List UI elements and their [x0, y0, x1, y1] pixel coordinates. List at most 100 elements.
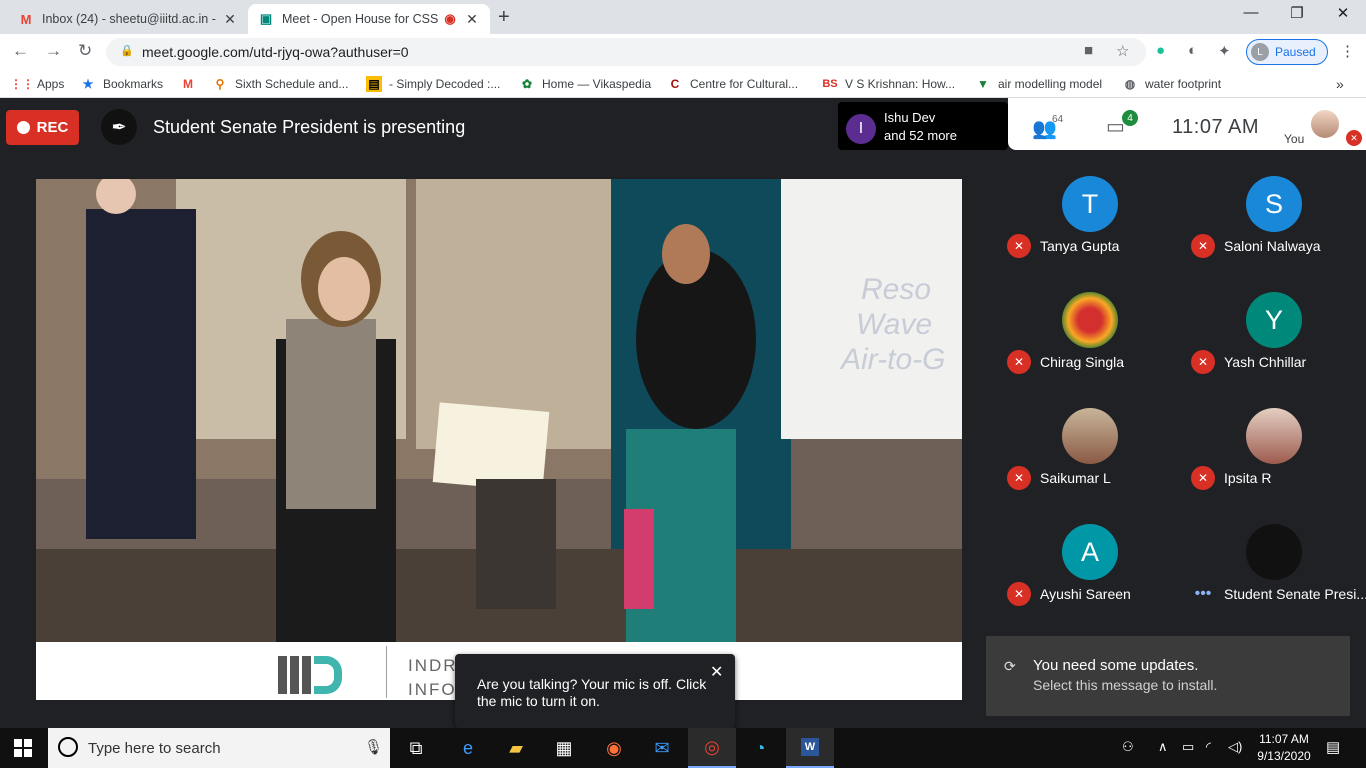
mic-off-icon: ✕: [1346, 130, 1362, 146]
chevron-up-icon[interactable]: ∧: [1158, 739, 1168, 755]
vikaspedia-icon: ✿: [521, 77, 533, 91]
sixth-schedule-icon: ⚲: [215, 77, 225, 91]
presenter-avatar: ✒: [101, 109, 137, 145]
chrome-icon[interactable]: ◎: [688, 728, 736, 768]
simply-decoded-icon: ▤: [366, 76, 382, 92]
mic-off-icon: ✕: [1191, 234, 1215, 258]
battery-icon[interactable]: ▭: [1182, 739, 1194, 755]
reload-icon[interactable]: ↻: [78, 41, 92, 61]
bookmark-simply-decoded[interactable]: ▤ - Simply Decoded :...: [366, 76, 500, 92]
tab-inbox[interactable]: M Inbox (24) - sheetu@iiitd.ac.in - I ✕: [8, 4, 248, 34]
grammarly-icon[interactable]: ●: [1156, 42, 1165, 59]
tab-meet[interactable]: ▣ Meet - Open House for CSSS ◉ ✕: [248, 4, 490, 34]
bookmarks-bar: ⋮⋮ Apps ★ Bookmarks M ⚲ Sixth Schedule and.…: [0, 70, 1366, 98]
svg-text:Reso: Reso: [861, 273, 931, 306]
new-tab-button[interactable]: +: [498, 6, 510, 29]
self-avatar[interactable]: [1311, 110, 1339, 138]
recording-icon: ◉: [444, 11, 456, 26]
forward-icon[interactable]: →: [45, 41, 62, 61]
firefox-icon[interactable]: ◉: [590, 728, 638, 768]
restore-icon[interactable]: ❐: [1274, 4, 1320, 22]
tile-ayushi-sareen[interactable]: A ✕ Ayushi Sareen: [998, 498, 1182, 614]
star-icon: ★: [82, 77, 94, 91]
bookmark-apps[interactable]: ⋮⋮ Apps: [10, 76, 64, 92]
participant-name: Chirag Singla: [1040, 354, 1125, 370]
minimize-icon[interactable]: —: [1228, 4, 1274, 21]
avatar: [1062, 292, 1118, 348]
windows-start-icon[interactable]: [14, 739, 32, 757]
volume-icon[interactable]: ◁): [1228, 739, 1242, 755]
url-text[interactable]: meet.google.com/utd-rjyq-owa?authuser=0: [142, 44, 409, 60]
meet-icon: ▣: [259, 11, 273, 26]
bookmark-ccrt[interactable]: C Centre for Cultural...: [667, 76, 798, 92]
bookmark-gmail[interactable]: M: [180, 76, 203, 92]
tab-title: Meet - Open House for CSSS: [282, 12, 438, 26]
word-icon[interactable]: W: [786, 728, 834, 768]
close-tab-icon[interactable]: ✕: [222, 11, 238, 28]
more-bookmarks-icon[interactable]: »: [1336, 76, 1344, 92]
search-icon: [58, 737, 78, 757]
file-explorer-icon[interactable]: ▰: [492, 728, 540, 768]
action-center-icon[interactable]: ▤: [1326, 738, 1340, 756]
participant-tiles: T ✕ Tanya Gupta S ✕ Saloni Nalwaya ✕ Chi…: [998, 150, 1366, 612]
tile-saikumar-l[interactable]: ✕ Saikumar L: [998, 382, 1182, 498]
people-tray-icon[interactable]: ⚇: [1122, 739, 1134, 755]
avatar: Y: [1246, 292, 1302, 348]
air-model-icon: ▼: [977, 77, 989, 91]
tile-tanya-gupta[interactable]: T ✕ Tanya Gupta: [998, 150, 1182, 266]
back-icon[interactable]: ←: [12, 41, 29, 61]
tile-student-senate-president[interactable]: ••• Student Senate Presi...: [1182, 498, 1366, 614]
taskbar-date[interactable]: 9/13/2020: [1252, 749, 1316, 763]
microphone-icon[interactable]: 🎙: [364, 738, 383, 756]
extensions-puzzle-icon[interactable]: ✦: [1218, 42, 1231, 60]
record-dot-icon: [16, 121, 30, 134]
mic-off-icon: ✕: [1007, 234, 1031, 258]
camera-icon[interactable]: ■: [1084, 42, 1093, 59]
task-view-icon[interactable]: ⧉: [392, 728, 440, 768]
windows-update-notification[interactable]: ⟳ You need some updates. Select this mes…: [986, 636, 1350, 716]
bookmark-vikaspedia[interactable]: ✿ Home — Vikaspedia: [519, 76, 651, 92]
gmail-icon: M: [20, 11, 32, 27]
wifi-icon[interactable]: ◜: [1206, 739, 1211, 755]
address-bar-row: ← → ↻ 🔒 meet.google.com/utd-rjyq-owa?aut…: [0, 34, 1366, 70]
menu-kebab-icon[interactable]: ⋮: [1340, 42, 1355, 60]
mail-icon[interactable]: ✉: [638, 728, 686, 768]
browser-tab-bar: M Inbox (24) - sheetu@iiitd.ac.in - I ✕ …: [0, 0, 1366, 34]
tile-ipsita-r[interactable]: ✕ Ipsita R: [1182, 382, 1366, 498]
lock-icon[interactable]: 🔒: [120, 44, 134, 57]
close-icon[interactable]: ✕: [710, 662, 723, 682]
mic-off-icon: ✕: [1007, 466, 1031, 490]
presentation-photo: Reso Wave Air-to-G: [36, 179, 962, 642]
taskbar-time[interactable]: 11:07 AM: [1256, 732, 1312, 746]
participant-summary[interactable]: I Ishu Dev and 52 more: [838, 102, 1008, 150]
tile-yash-chhillar[interactable]: Y ✕ Yash Chhillar: [1182, 266, 1366, 382]
tile-chirag-singla[interactable]: ✕ Chirag Singla: [998, 266, 1182, 382]
store-icon[interactable]: ▦: [540, 728, 588, 768]
notification-subtitle: Select this message to install.: [1033, 677, 1218, 693]
edge-icon[interactable]: ◔: [736, 728, 784, 768]
edge-legacy-icon[interactable]: e: [444, 728, 492, 768]
omnibox[interactable]: 🔒 meet.google.com/utd-rjyq-owa?authuser=…: [106, 38, 1146, 66]
bookmark-bookmarks[interactable]: ★ Bookmarks: [80, 76, 163, 92]
meet-info-bar: 👥 64 ▭ 4 11:07 AM You ✕: [1008, 98, 1366, 150]
bookmark-sixth-schedule[interactable]: ⚲ Sixth Schedule and...: [212, 76, 349, 92]
close-tab-icon[interactable]: ✕: [464, 11, 480, 28]
bookmark-star-icon[interactable]: ☆: [1116, 42, 1129, 60]
iiitd-logo: [278, 656, 342, 694]
svg-text:Air-to-G: Air-to-G: [839, 343, 945, 376]
bookmark-vs-krishnan[interactable]: BS V S Krishnan: How...: [822, 76, 955, 92]
chat-badge: 4: [1122, 110, 1138, 126]
bookmark-water-footprint[interactable]: ◍ water footprint: [1122, 76, 1221, 92]
extension-circle-icon[interactable]: ◐: [1188, 42, 1197, 59]
apps-grid-icon: ⋮⋮: [10, 77, 34, 91]
tile-saloni-nalwaya[interactable]: S ✕ Saloni Nalwaya: [1182, 150, 1366, 266]
mic-off-icon: ✕: [1191, 350, 1215, 374]
avatar: [1246, 524, 1302, 580]
bookmark-air-modelling[interactable]: ▼ air modelling model: [975, 76, 1102, 92]
taskbar-search[interactable]: Type here to search 🎙: [48, 728, 390, 768]
profile-paused-button[interactable]: L Paused: [1246, 39, 1328, 65]
participant-name: Ipsita R: [1224, 470, 1272, 486]
mic-off-toast[interactable]: Are you talking? Your mic is off. Click …: [455, 654, 735, 728]
close-window-icon[interactable]: ✕: [1320, 4, 1366, 22]
search-placeholder: Type here to search: [88, 740, 221, 757]
